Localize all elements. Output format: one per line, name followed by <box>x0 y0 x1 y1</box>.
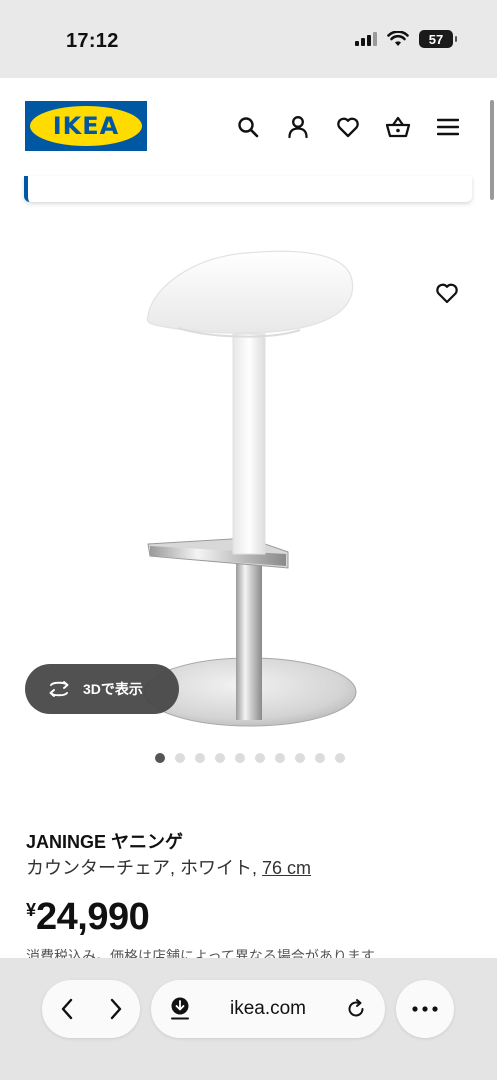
price-amount: 24,990 <box>36 896 150 938</box>
notice-banner[interactable] <box>24 176 472 202</box>
carousel-dot[interactable] <box>335 753 345 763</box>
download-button[interactable] <box>169 997 191 1021</box>
cart-icon[interactable] <box>385 114 411 140</box>
back-button[interactable] <box>60 998 74 1020</box>
browser-toolbar: ikea.com <box>0 958 497 1080</box>
wifi-icon <box>387 31 409 46</box>
status-icons: 57 <box>355 30 457 48</box>
ellipsis-icon <box>412 1006 438 1012</box>
image-carousel-dots <box>155 753 345 763</box>
reload-icon <box>348 999 364 1017</box>
menu-icon[interactable] <box>435 114 461 140</box>
logo-text: IKEA <box>52 112 120 140</box>
carousel-dot[interactable] <box>215 753 225 763</box>
forward-button[interactable] <box>109 998 123 1020</box>
chevron-right-icon <box>110 998 121 1020</box>
product-description: カウンターチェア, ホワイト, 76 cm <box>26 854 311 880</box>
favorites-icon[interactable] <box>335 114 361 140</box>
reload-button[interactable] <box>345 998 367 1020</box>
carousel-dot[interactable] <box>175 753 185 763</box>
product-description-text: カウンターチェア, ホワイト, <box>26 858 258 878</box>
address-bar[interactable]: ikea.com <box>151 980 385 1038</box>
carousel-dot[interactable] <box>155 753 165 763</box>
carousel-dot[interactable] <box>275 753 285 763</box>
carousel-dot[interactable] <box>235 753 245 763</box>
product-price: ¥ 24,990 <box>26 896 150 939</box>
chevron-left-icon <box>61 998 72 1020</box>
ikea-logo[interactable]: IKEA <box>25 101 147 151</box>
price-currency: ¥ <box>26 900 37 920</box>
heart-icon <box>436 283 458 304</box>
page-scrollbar[interactable] <box>490 100 494 200</box>
status-time: 17:12 <box>66 30 119 52</box>
url-text: ikea.com <box>229 998 307 1019</box>
logo-oval: IKEA <box>30 106 142 146</box>
search-icon[interactable] <box>235 114 261 140</box>
carousel-dot[interactable] <box>315 753 325 763</box>
carousel-dot[interactable] <box>255 753 265 763</box>
navigation-pill <box>42 980 140 1038</box>
view-3d-label: 3Dで表示 <box>83 681 143 697</box>
rotate-3d-icon <box>49 681 69 697</box>
carousel-dot[interactable] <box>295 753 305 763</box>
signal-icon <box>355 32 377 46</box>
download-icon <box>171 997 189 1020</box>
header-actions <box>235 114 461 140</box>
battery-indicator: 57 <box>419 30 457 48</box>
status-bar: 17:12 57 <box>0 0 497 78</box>
product-size-link[interactable]: 76 cm <box>262 858 311 878</box>
site-header: IKEA <box>0 78 497 176</box>
product-name[interactable]: JANINGE ヤニンゲ <box>26 828 183 854</box>
carousel-dot[interactable] <box>195 753 205 763</box>
more-options-button[interactable] <box>396 980 454 1038</box>
account-icon[interactable] <box>285 114 311 140</box>
favorite-button[interactable] <box>432 278 462 308</box>
view-3d-button[interactable]: 3Dで表示 <box>25 664 179 714</box>
